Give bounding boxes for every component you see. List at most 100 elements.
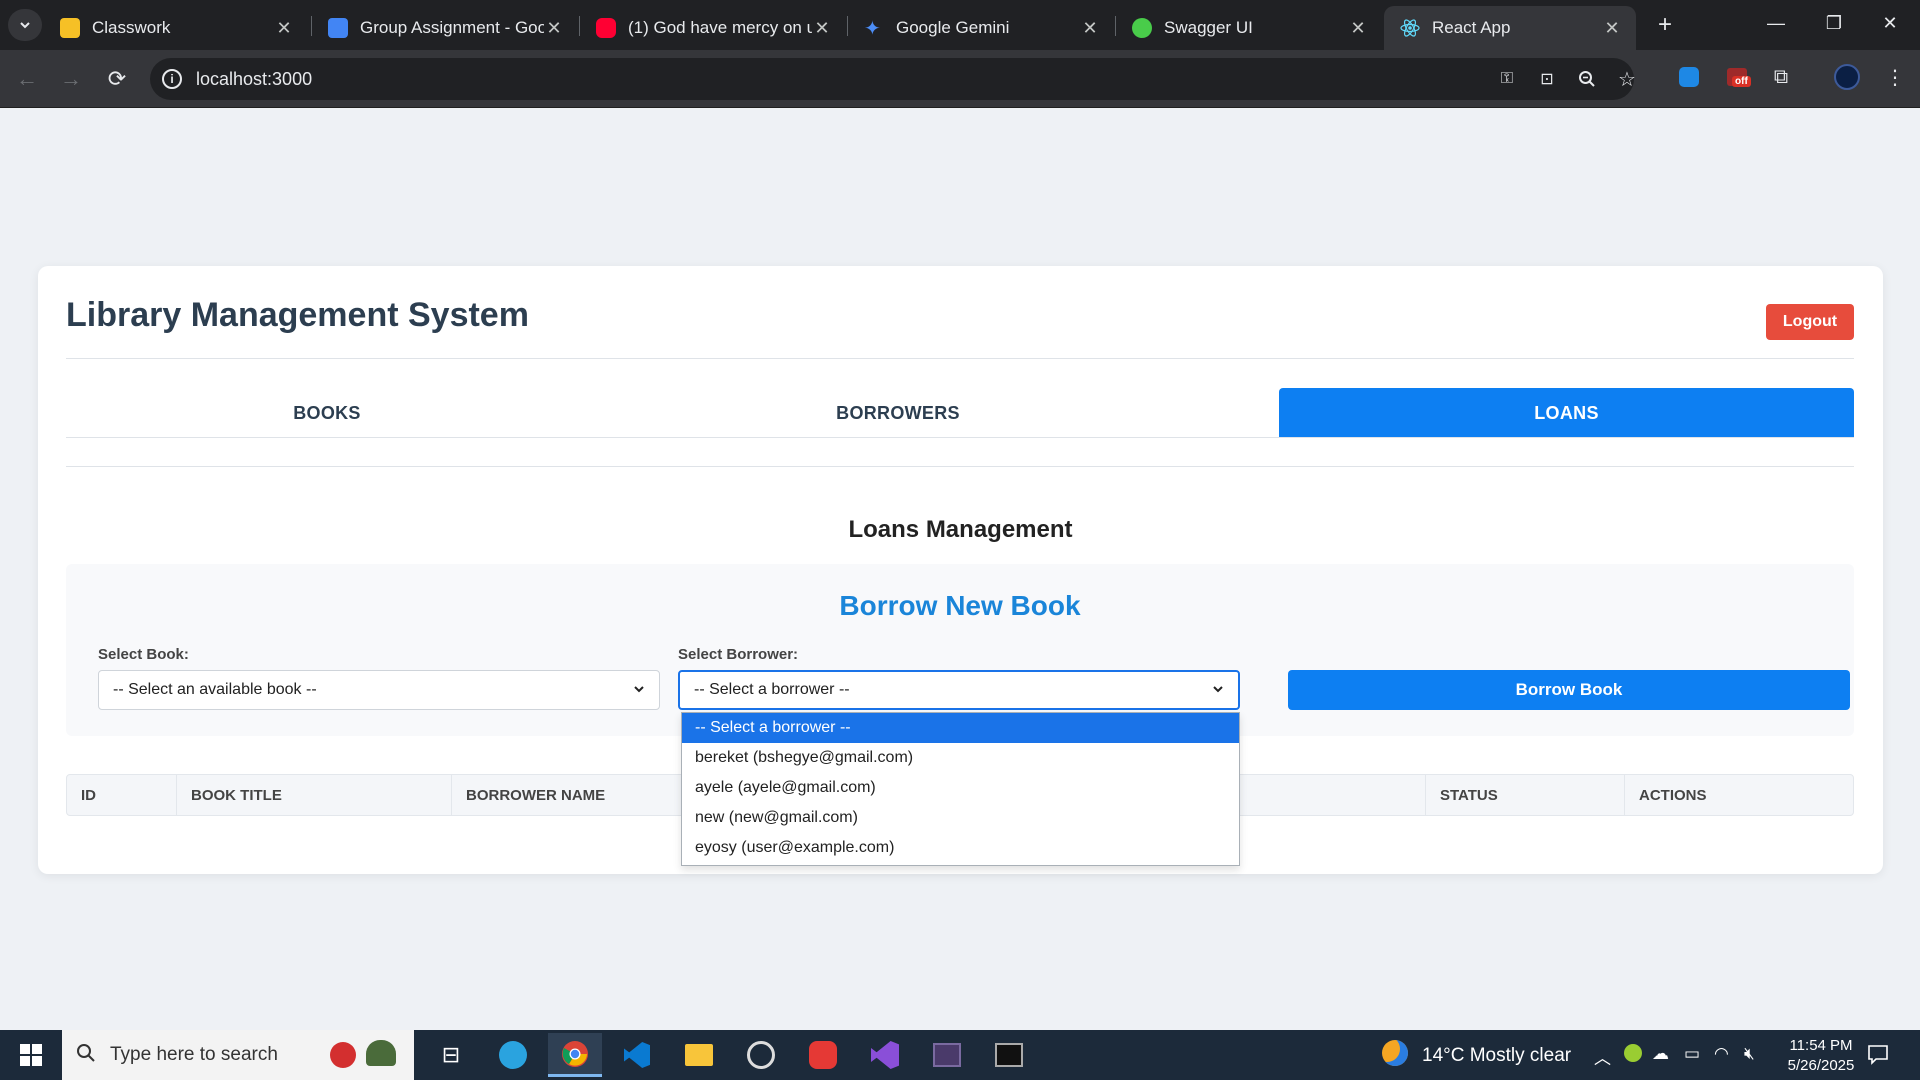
zoom-icon[interactable] (1572, 64, 1602, 94)
tab-books[interactable]: BOOKS (66, 388, 588, 438)
browser-tab-gemini[interactable]: ✦ Google Gemini ✕ (848, 6, 1114, 50)
divider (66, 437, 1854, 438)
minimize-button[interactable]: — (1748, 0, 1804, 46)
taskbar-clock[interactable]: 11:54 PM 5/26/2025 (1776, 1036, 1866, 1076)
close-icon[interactable]: ✕ (1602, 18, 1622, 39)
onedrive-icon[interactable]: ☁ (1652, 1044, 1669, 1064)
bookmark-star-icon[interactable]: ☆ (1612, 64, 1642, 94)
close-icon[interactable]: ✕ (1348, 18, 1368, 39)
close-icon[interactable]: ✕ (1080, 18, 1100, 39)
browser-tab-react-app[interactable]: React App ✕ (1384, 6, 1636, 50)
dropdown-option[interactable]: bereket (bshegye@gmail.com) (682, 743, 1239, 773)
terminal-app-icon[interactable] (920, 1033, 974, 1077)
borrower-select-label: Select Borrower: (678, 646, 799, 663)
divider (66, 466, 1854, 467)
weather-moon-icon (1382, 1040, 1408, 1066)
vscode-icon[interactable] (610, 1033, 664, 1077)
visual-studio-icon[interactable] (858, 1033, 912, 1077)
browser-tab-bar: Classwork ✕ Group Assignment - Goog ✕ (1… (0, 0, 1920, 50)
windows-logo-icon (20, 1044, 42, 1066)
volume-muted-icon[interactable]: 🔇︎ (1744, 1044, 1755, 1064)
back-button[interactable]: ← (10, 62, 44, 96)
divider (66, 358, 1854, 359)
forward-button[interactable]: → (54, 62, 88, 96)
swagger-icon (1132, 18, 1152, 38)
tab-loans[interactable]: LOANS (1279, 388, 1854, 438)
column-header-book-title[interactable]: BOOK TITLE (177, 775, 452, 815)
column-header-borrower-name[interactable]: BORROWER NAME (452, 775, 712, 815)
install-app-icon[interactable]: ⊡ (1532, 64, 1562, 94)
close-icon[interactable]: ✕ (544, 18, 564, 39)
tray-app-icon[interactable] (1624, 1044, 1642, 1062)
site-info-icon[interactable]: i (162, 69, 182, 89)
dropdown-option[interactable]: new (new@gmail.com) (682, 803, 1239, 833)
profile-avatar[interactable] (1832, 62, 1862, 92)
dropdown-option[interactable]: eyosy (user@example.com) (682, 833, 1239, 863)
chevron-down-icon (20, 22, 30, 29)
column-header-status[interactable]: STATUS (1425, 775, 1625, 815)
taskbar-search-box[interactable]: Type here to search (62, 1030, 414, 1080)
chevron-down-icon (633, 682, 645, 698)
form-title: Borrow New Book (839, 590, 1081, 621)
book-select[interactable]: -- Select an available book -- (98, 670, 660, 710)
tab-title: Group Assignment - Goog (360, 18, 544, 37)
section-title: Loans Management (848, 516, 1073, 543)
book-select-value: -- Select an available book -- (113, 681, 317, 698)
close-window-button[interactable]: ✕ (1862, 0, 1918, 46)
extension-badge: off (1732, 76, 1751, 87)
browser-tab-classwork[interactable]: Classwork ✕ (44, 6, 308, 50)
weather-text[interactable]: 14°C Mostly clear (1422, 1045, 1571, 1067)
wps-office-icon[interactable] (796, 1033, 850, 1077)
page-title: Library Management System (66, 296, 529, 334)
browser-tab-group-assignment[interactable]: Group Assignment - Goog ✕ (312, 6, 578, 50)
tab-title: Classwork (92, 18, 171, 37)
browser-tab-youtube[interactable]: (1) God have mercy on us ✕ (580, 6, 846, 50)
browser-toolbar: ← → ⟳ i localhost:3000 ⚿ ⊡ ☆ off ⧉ ⋮ (0, 50, 1920, 108)
media-player-icon[interactable] (734, 1033, 788, 1077)
extensions-puzzle-icon[interactable]: ⧉ (1766, 62, 1796, 92)
borrow-book-button[interactable]: Borrow Book (1288, 670, 1850, 710)
chrome-icon[interactable] (548, 1033, 602, 1077)
windows-taskbar: Type here to search ⊟ 14°C Mostly clear … (0, 1030, 1920, 1080)
start-button[interactable] (4, 1033, 58, 1077)
battery-icon[interactable]: ▭ (1684, 1044, 1700, 1064)
browser-menu-icon[interactable]: ⋮ (1880, 62, 1910, 92)
column-header-actions[interactable]: ACTIONS (1625, 775, 1853, 815)
close-icon[interactable]: ✕ (812, 18, 832, 39)
new-tab-button[interactable]: + (1650, 10, 1680, 40)
tab-title: Google Gemini (896, 18, 1010, 37)
url-text[interactable]: localhost:3000 (196, 69, 312, 90)
extension-icon[interactable] (1674, 62, 1704, 92)
dropdown-option[interactable]: ayele (ayele@gmail.com) (682, 773, 1239, 803)
gemini-icon: ✦ (864, 17, 881, 40)
clock-time: 11:54 PM (1789, 1037, 1853, 1054)
borrower-select[interactable]: -- Select a borrower -- (678, 670, 1240, 710)
wifi-icon[interactable]: ◠ (1714, 1044, 1729, 1064)
search-placeholder: Type here to search (110, 1044, 278, 1065)
task-view-icon[interactable]: ⊟ (424, 1033, 478, 1077)
chevron-down-icon (1212, 682, 1224, 698)
poppy-decoration-icon (330, 1042, 356, 1068)
tab-search-button[interactable] (8, 9, 42, 41)
telegram-icon[interactable] (486, 1033, 540, 1077)
browser-tab-swagger[interactable]: Swagger UI ✕ (1116, 6, 1382, 50)
reload-button[interactable]: ⟳ (100, 62, 134, 96)
dropdown-option[interactable]: -- Select a borrower -- (682, 713, 1239, 743)
tab-title: React App (1432, 18, 1511, 37)
restore-button[interactable]: ❐ (1806, 0, 1862, 46)
logout-button[interactable]: Logout (1766, 304, 1854, 340)
file-explorer-icon[interactable] (672, 1033, 726, 1077)
command-prompt-icon[interactable] (982, 1033, 1036, 1077)
show-hidden-icons-icon[interactable]: ︿ (1594, 1044, 1611, 1069)
tab-borrowers[interactable]: BORROWERS (588, 388, 1208, 438)
youtube-icon (596, 18, 616, 38)
notifications-icon[interactable] (1866, 1042, 1890, 1071)
address-bar[interactable]: i localhost:3000 ⚿ ⊡ ☆ (150, 58, 1636, 100)
column-header-id[interactable]: ID (67, 775, 177, 815)
close-icon[interactable]: ✕ (274, 18, 294, 39)
password-key-icon[interactable]: ⚿ (1492, 64, 1522, 94)
tab-title: (1) God have mercy on us (628, 18, 812, 37)
extension-off-icon[interactable]: off (1722, 62, 1752, 92)
borrower-dropdown-list: -- Select a borrower -- bereket (bshegye… (681, 712, 1240, 866)
borrower-select-value: -- Select a borrower -- (694, 681, 850, 698)
